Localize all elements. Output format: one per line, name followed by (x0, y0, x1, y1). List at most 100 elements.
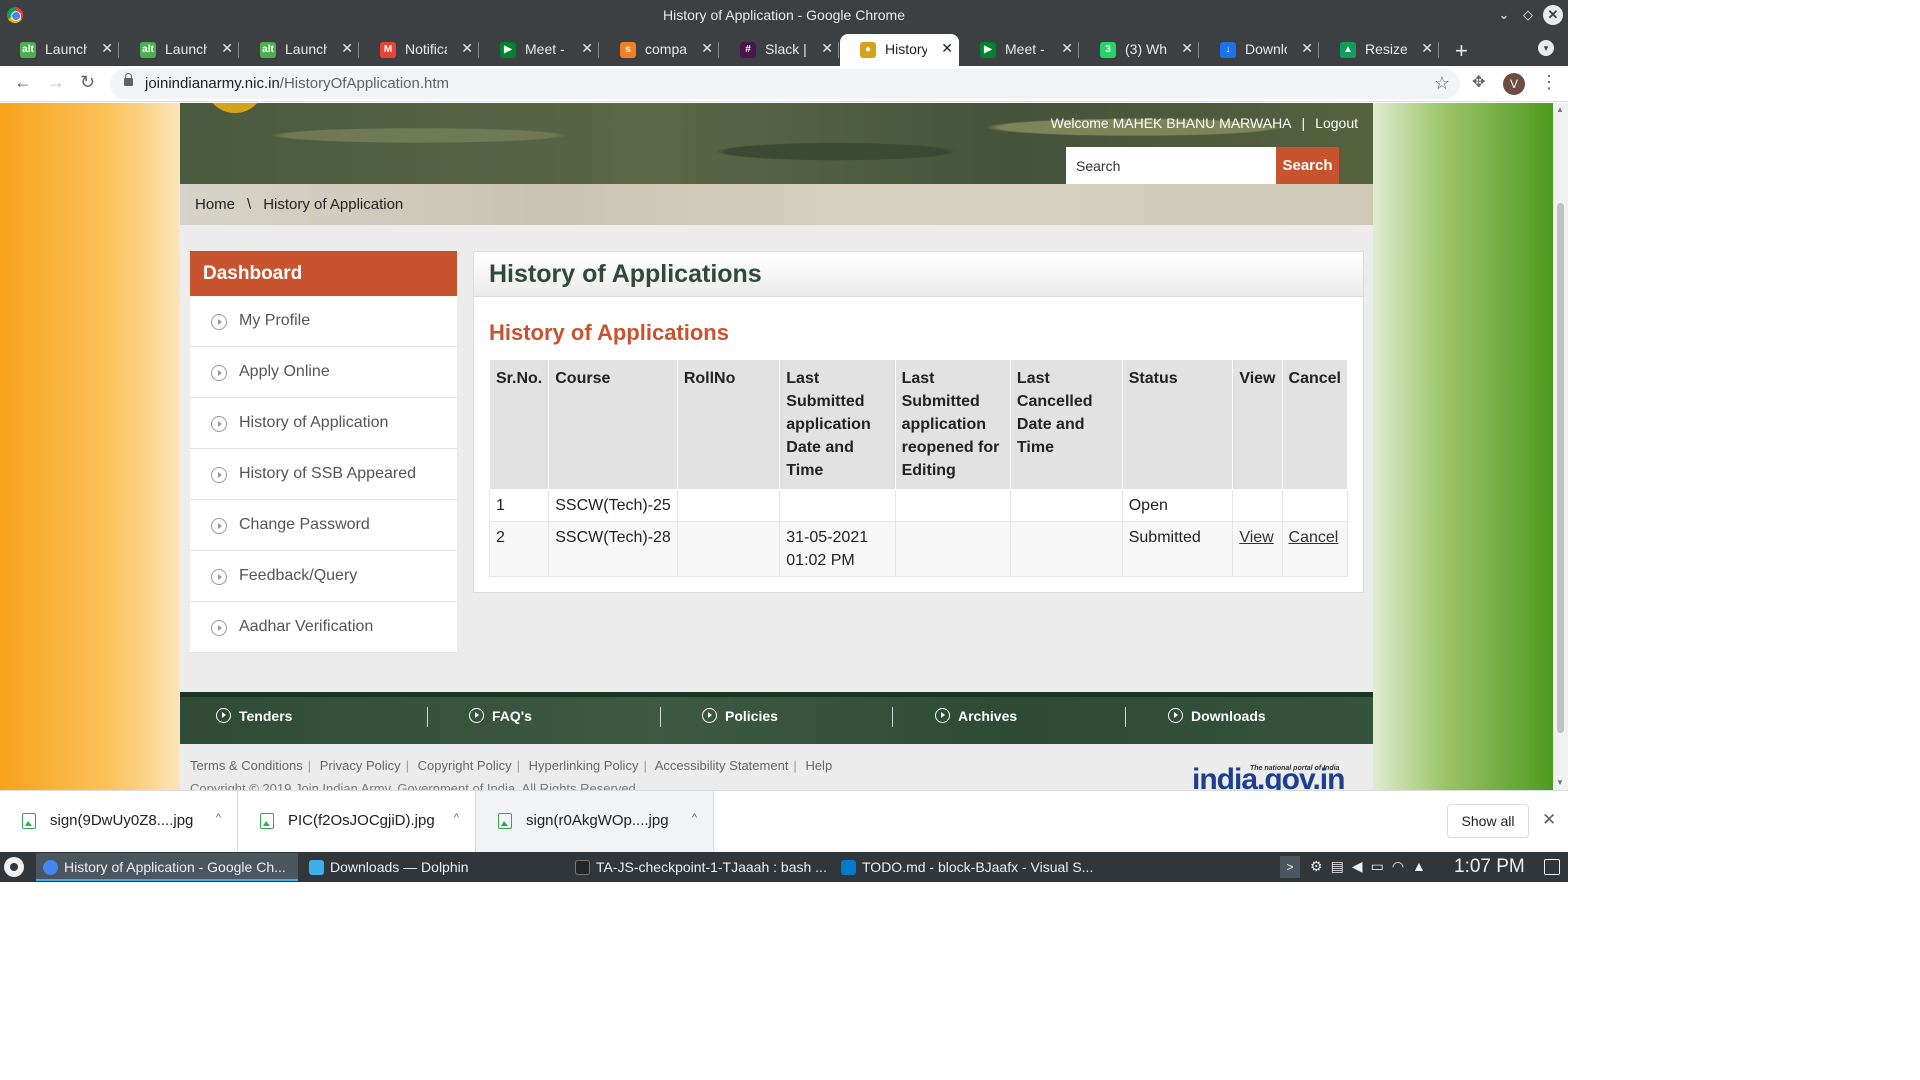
app-launcher-icon[interactable] (4, 857, 24, 877)
tab-close-icon[interactable]: ✕ (221, 40, 233, 57)
tray-expand-icon[interactable]: > (1280, 856, 1300, 878)
footer-link-help[interactable]: Help (805, 758, 832, 773)
breadcrumb-home[interactable]: Home (195, 196, 235, 213)
tab-stackoverflow[interactable]: s comparing ✕ (600, 34, 719, 66)
tab-close-icon[interactable]: ✕ (941, 40, 953, 57)
sidebar-item-my-profile[interactable]: My Profile (190, 296, 457, 347)
profile-avatar[interactable]: V (1503, 73, 1525, 95)
site-header: Welcome MAHEK BHANU MARWAHA | Logout Searc… (180, 103, 1373, 184)
tab-close-icon[interactable]: ✕ (461, 40, 473, 57)
show-all-button[interactable]: Show all (1447, 804, 1529, 838)
tab-gmail-notifications[interactable]: M Notifications ✕ (360, 34, 479, 66)
show-desktop-icon[interactable] (1544, 859, 1560, 875)
footer-nav-policies[interactable]: Policies (702, 708, 778, 724)
reload-icon[interactable]: ↻ (80, 72, 95, 93)
close-window-icon[interactable]: ✕ (1543, 5, 1563, 25)
volume-icon[interactable]: ◀ (1352, 858, 1371, 874)
tab-close-icon[interactable]: ✕ (701, 40, 713, 57)
sidebar-item-feedback[interactable]: Feedback/Query (190, 551, 457, 602)
battery-icon[interactable]: ▭ (1371, 858, 1392, 874)
chevron-up-icon[interactable]: ^ (216, 812, 221, 824)
sidebar-item-change-password[interactable]: Change Password (190, 500, 457, 551)
sidebar-item-history-of-application[interactable]: History of Application (190, 398, 457, 449)
tab-history-of-application[interactable]: ● History of ✕ (840, 34, 959, 66)
tab-close-icon[interactable]: ✕ (1301, 40, 1313, 57)
footer-nav-archives[interactable]: Archives (935, 708, 1017, 724)
page-scrollbar[interactable]: ▲ ▼ (1553, 103, 1568, 790)
tab-close-icon[interactable]: ✕ (101, 40, 113, 57)
taskbar-item-chrome[interactable]: History of Application - Google Ch... (36, 853, 298, 881)
footer-nav-faqs[interactable]: FAQ's (469, 708, 532, 724)
gmail-favicon-icon: M (380, 42, 396, 58)
tab-meet-1[interactable]: ▶ Meet - h ✕ (480, 34, 599, 66)
taskbar-item-dolphin[interactable]: Downloads — Dolphin (302, 853, 564, 881)
search-button[interactable]: Search (1276, 147, 1339, 184)
tab-downloads[interactable]: ↓ Downloads ✕ (1200, 34, 1319, 66)
footer-link-terms[interactable]: Terms & Conditions (190, 758, 303, 773)
bookmark-star-icon[interactable]: ☆ (1434, 73, 1450, 94)
close-shelf-icon[interactable]: ✕ (1542, 810, 1556, 830)
footer-nav-separator (660, 707, 661, 727)
footer-nav-separator (892, 707, 893, 727)
footer-link-hyperlinking[interactable]: Hyperlinking Policy (529, 758, 639, 773)
search-input[interactable] (1066, 147, 1276, 184)
scrollbar-thumb[interactable] (1557, 203, 1564, 733)
footer-link-copyright[interactable]: Copyright Policy (418, 758, 512, 773)
tab-launchpad-2[interactable]: alt Launchpad ✕ (120, 34, 239, 66)
footer-link-privacy[interactable]: Privacy Policy (320, 758, 401, 773)
taskbar-item-terminal[interactable]: TA-JS-checkpoint-1-TJaaah : bash ... (568, 853, 830, 881)
cancel-link[interactable]: Cancel (1289, 529, 1339, 546)
footer-nav-label: Tenders (239, 708, 293, 724)
footer-nav-tenders[interactable]: Tenders (216, 708, 292, 724)
taskbar-clock[interactable]: 1:07 PM (1454, 856, 1525, 878)
address-bar[interactable]: joinindianarmy.nic.in/HistoryOfApplicati… (110, 69, 1460, 99)
welcome-bar: Welcome MAHEK BHANU MARWAHA | Logout (1051, 115, 1358, 131)
tab-launchpad-3[interactable]: alt Launchpad ✕ (240, 34, 359, 66)
tab-close-icon[interactable]: ✕ (1421, 40, 1433, 57)
tab-close-icon[interactable]: ✕ (1181, 40, 1193, 57)
sidebar-item-history-of-ssb[interactable]: History of SSB Appeared (190, 449, 457, 500)
extensions-puzzle-icon[interactable]: ✥ (1472, 72, 1485, 92)
footer-link-separator: | (643, 758, 647, 773)
wifi-icon[interactable]: ◠ (1392, 858, 1412, 874)
tab-close-icon[interactable]: ✕ (581, 40, 593, 57)
settings-gear-icon[interactable]: ⚙ (1310, 858, 1331, 874)
view-link[interactable]: View (1239, 529, 1273, 546)
chevron-up-icon[interactable]: ^ (454, 812, 459, 824)
tab-close-icon[interactable]: ✕ (1061, 40, 1073, 57)
sidebar-item-apply-online[interactable]: Apply Online (190, 347, 457, 398)
download-item[interactable]: PIC(f2OsJOCgjiD).jpg ^ (238, 791, 476, 853)
tab-search-chevron-icon[interactable]: ▾ (1538, 40, 1554, 56)
footer-link-accessibility[interactable]: Accessibility Statement (655, 758, 789, 773)
logout-link[interactable]: Logout (1315, 115, 1358, 131)
tab-close-icon[interactable]: ✕ (821, 40, 833, 57)
scroll-up-arrow-icon[interactable]: ▲ (1556, 105, 1564, 114)
sidebar-item-label: Aadhar Verification (239, 618, 374, 635)
footer-nav-downloads[interactable]: Downloads (1168, 708, 1266, 724)
tab-resize-image[interactable]: ▲ Resize Im ✕ (1320, 34, 1439, 66)
download-item[interactable]: sign(9DwUy0Z8....jpg ^ (0, 791, 238, 853)
chevron-up-icon[interactable]: ^ (692, 812, 697, 824)
clipboard-icon[interactable]: ▤ (1331, 858, 1352, 874)
chrome-menu-icon[interactable]: ⋮ (1540, 72, 1558, 93)
launchpad-favicon-icon: alt (260, 42, 276, 58)
scroll-down-arrow-icon[interactable]: ▼ (1556, 778, 1564, 787)
new-tab-plus-icon[interactable]: + (1455, 38, 1468, 64)
circle-arrow-icon (211, 467, 227, 483)
back-arrow-icon[interactable]: ← (14, 72, 32, 93)
sidebar-item-aadhar-verification[interactable]: Aadhar Verification (190, 602, 457, 653)
maximize-icon[interactable]: ◇ (1518, 5, 1538, 25)
taskbar-item-vscode[interactable]: TODO.md - block-BJaafx - Visual S... (834, 853, 1096, 881)
table-row: 2 SSCW(Tech)-28 31-05-2021 01:02 PM Submi… (488, 521, 1349, 577)
tab-slack[interactable]: # Slack | A ✕ (720, 34, 839, 66)
tab-meet-2[interactable]: ▶ Meet - rc ✕ (960, 34, 1079, 66)
india-gov-logo[interactable]: india.gov.in The national portal of Indi… (1192, 763, 1345, 790)
tab-whatsapp[interactable]: 3 (3) What ✕ (1080, 34, 1199, 66)
tab-close-icon[interactable]: ✕ (341, 40, 353, 57)
forward-arrow-icon[interactable]: → (47, 72, 65, 93)
download-item[interactable]: sign(r0AkgWOp....jpg ^ (476, 791, 714, 853)
column-header-reopened: Last Submitted application reopened for … (894, 359, 1011, 490)
minimize-icon[interactable]: ⌄ (1494, 5, 1514, 25)
tab-launchpad-1[interactable]: alt Launchpad ✕ (0, 34, 119, 66)
tray-up-arrow-icon[interactable]: ▲ (1412, 858, 1434, 874)
